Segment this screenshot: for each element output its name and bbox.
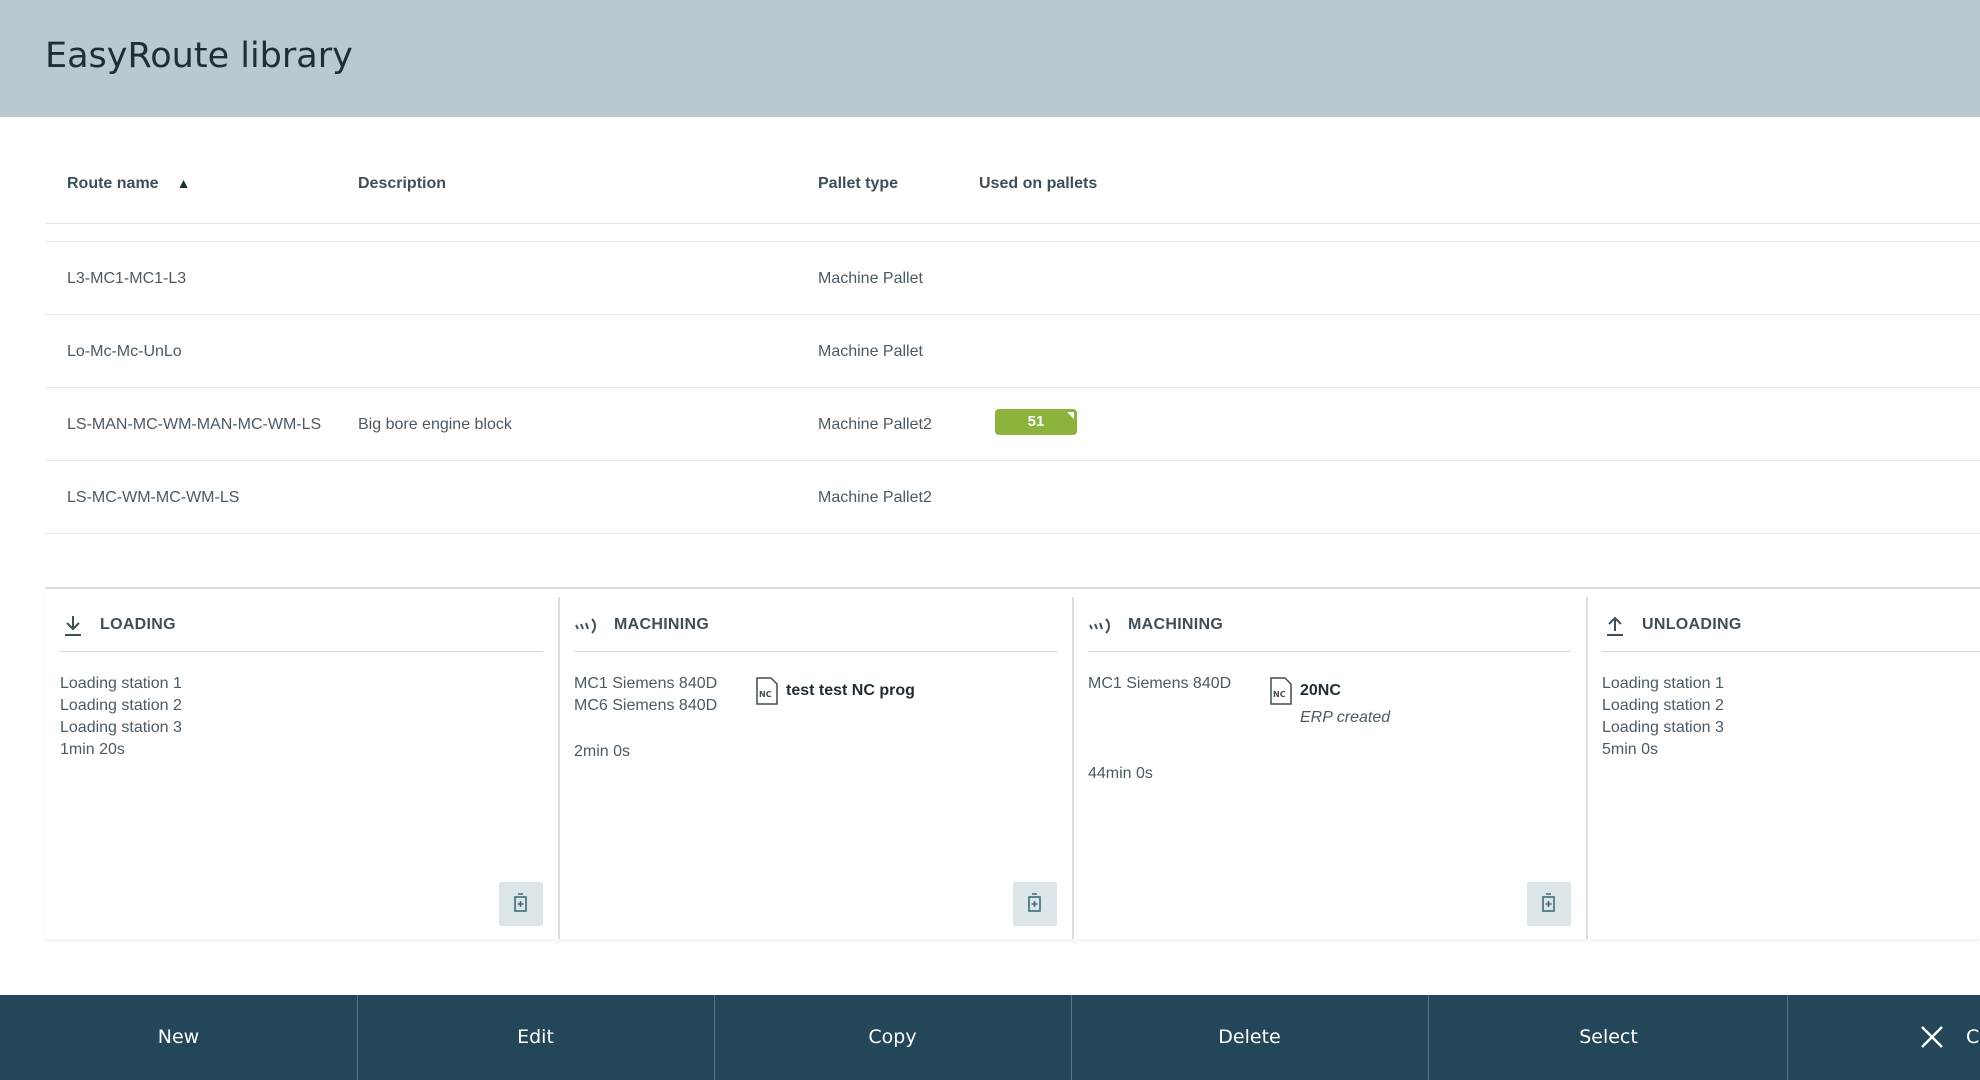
- add-document-button[interactable]: [1527, 882, 1571, 926]
- nc-program-name: 20NC: [1300, 682, 1341, 699]
- station-item: Loading station 3: [60, 719, 182, 736]
- cell-pallet-type: Machine Pallet2: [818, 489, 932, 506]
- station-item: MC1 Siemens 840D: [574, 675, 718, 692]
- column-header-pallet-type[interactable]: Pallet type: [818, 175, 898, 193]
- route-table: Route name ▲ Description Pallet type Used…: [45, 117, 1980, 534]
- cell-route-name: Lo-Mc-Mc-UnLo: [67, 343, 182, 360]
- add-document-icon: [1028, 893, 1041, 912]
- machining-icon: [1089, 618, 1110, 634]
- column-header-label: Route name: [67, 175, 159, 192]
- add-document-button[interactable]: [499, 882, 543, 926]
- edit-button[interactable]: Edit: [357, 995, 715, 1080]
- step-title: MACHINING: [614, 616, 710, 633]
- station-item: Loading station 2: [1602, 697, 1724, 714]
- sort-ascending-icon: ▲: [176, 175, 191, 191]
- station-list: Loading station 1 Loading station 2 Load…: [1602, 673, 1724, 761]
- step-duration: 5min 0s: [1602, 741, 1659, 758]
- close-button[interactable]: C: [1788, 995, 1980, 1080]
- column-header-route-name[interactable]: Route name ▲: [67, 175, 190, 193]
- cell-pallet-type: Machine Pallet: [818, 270, 923, 287]
- app-header: EasyRoute library: [0, 0, 1980, 117]
- station-item: Loading station 2: [60, 697, 182, 714]
- nc-file-icon: NC: [1270, 677, 1292, 705]
- step-panel-unloading: UNLOADING Loading station 1 Loading stat…: [1587, 597, 1980, 939]
- station-item: Loading station 3: [1602, 719, 1724, 736]
- table-row[interactable]: Lo-Mc-Mc-UnLo Machine Pallet: [45, 315, 1980, 388]
- page-title: EasyRoute library: [45, 36, 353, 76]
- table-row[interactable]: L3-MC1-MC1-L3 Machine Pallet: [45, 242, 1980, 315]
- cell-pallet-type: Machine Pallet: [818, 343, 923, 360]
- cell-route-name: LS-MC-WM-MC-WM-LS: [67, 489, 240, 506]
- select-button[interactable]: Select: [1430, 995, 1788, 1080]
- step-header: MACHINING: [574, 597, 1057, 652]
- step-duration: 44min 0s: [1088, 765, 1153, 782]
- copy-button[interactable]: Copy: [714, 995, 1072, 1080]
- table-row[interactable]: LS-MC-WM-MC-WM-LS Machine Pallet2: [45, 461, 1980, 534]
- station-item: MC1 Siemens 840D: [1088, 675, 1232, 692]
- delete-button[interactable]: Delete: [1071, 995, 1429, 1080]
- step-title: MACHINING: [1128, 616, 1224, 633]
- table-row-partial: [45, 224, 1980, 242]
- svg-text:NC: NC: [759, 690, 772, 699]
- nc-file-icon: NC: [756, 677, 778, 705]
- cell-route-name: L3-MC1-MC1-L3: [67, 270, 187, 287]
- step-header: UNLOADING: [1602, 597, 1980, 652]
- new-button[interactable]: New: [0, 995, 358, 1080]
- svg-text:NC: NC: [1273, 690, 1286, 699]
- station-item: MC6 Siemens 840D: [574, 697, 718, 714]
- column-header-description[interactable]: Description: [358, 175, 446, 193]
- close-icon: [1921, 1026, 1943, 1048]
- step-panel-machining: MACHINING MC1 Siemens 840D NC 20NC ERP c…: [1073, 597, 1588, 939]
- step-title: LOADING: [100, 616, 176, 633]
- used-on-pallets-badge[interactable]: 51: [995, 409, 1077, 435]
- cell-description: Big bore engine block: [358, 416, 512, 433]
- step-header: LOADING: [60, 597, 543, 652]
- cell-pallet-type: Machine Pallet2: [818, 416, 932, 433]
- nc-program-note: ERP created: [1300, 709, 1391, 726]
- table-header: Route name ▲ Description Pallet type Used…: [45, 117, 1980, 224]
- download-icon: [65, 616, 81, 636]
- close-label: C: [1966, 1026, 1980, 1048]
- action-toolbar: New Edit Copy Delete Select C: [0, 995, 1980, 1080]
- add-document-button[interactable]: [1013, 882, 1057, 926]
- station-list: MC1 Siemens 840D MC6 Siemens 840D: [574, 673, 717, 717]
- step-panel-machining: MACHINING MC1 Siemens 840D MC6 Siemens 8…: [559, 597, 1074, 939]
- step-panel-loading: LOADING Loading station 1 Loading statio…: [45, 597, 560, 939]
- column-header-used-on-pallets[interactable]: Used on pallets: [979, 175, 1097, 193]
- machining-icon: [575, 618, 596, 634]
- add-document-icon: [514, 893, 527, 912]
- station-item: Loading station 1: [1602, 675, 1724, 692]
- step-header: MACHINING: [1088, 597, 1571, 652]
- nc-program-name: test test NC prog: [786, 682, 915, 699]
- station-item: Loading station 1: [60, 675, 182, 692]
- step-title: UNLOADING: [1642, 616, 1742, 633]
- upload-icon: [1607, 616, 1623, 636]
- table-row[interactable]: LS-MAN-MC-WM-MAN-MC-WM-LS Big bore engin…: [45, 388, 1980, 461]
- station-list: MC1 Siemens 840D: [1088, 673, 1231, 695]
- step-duration: 2min 0s: [574, 743, 631, 760]
- add-document-icon: [1542, 893, 1555, 912]
- route-steps-panel: LOADING Loading station 1 Loading statio…: [45, 587, 1980, 939]
- step-duration: 1min 20s: [60, 741, 125, 758]
- cell-route-name: LS-MAN-MC-WM-MAN-MC-WM-LS: [67, 416, 322, 433]
- station-list: Loading station 1 Loading station 2 Load…: [60, 673, 182, 761]
